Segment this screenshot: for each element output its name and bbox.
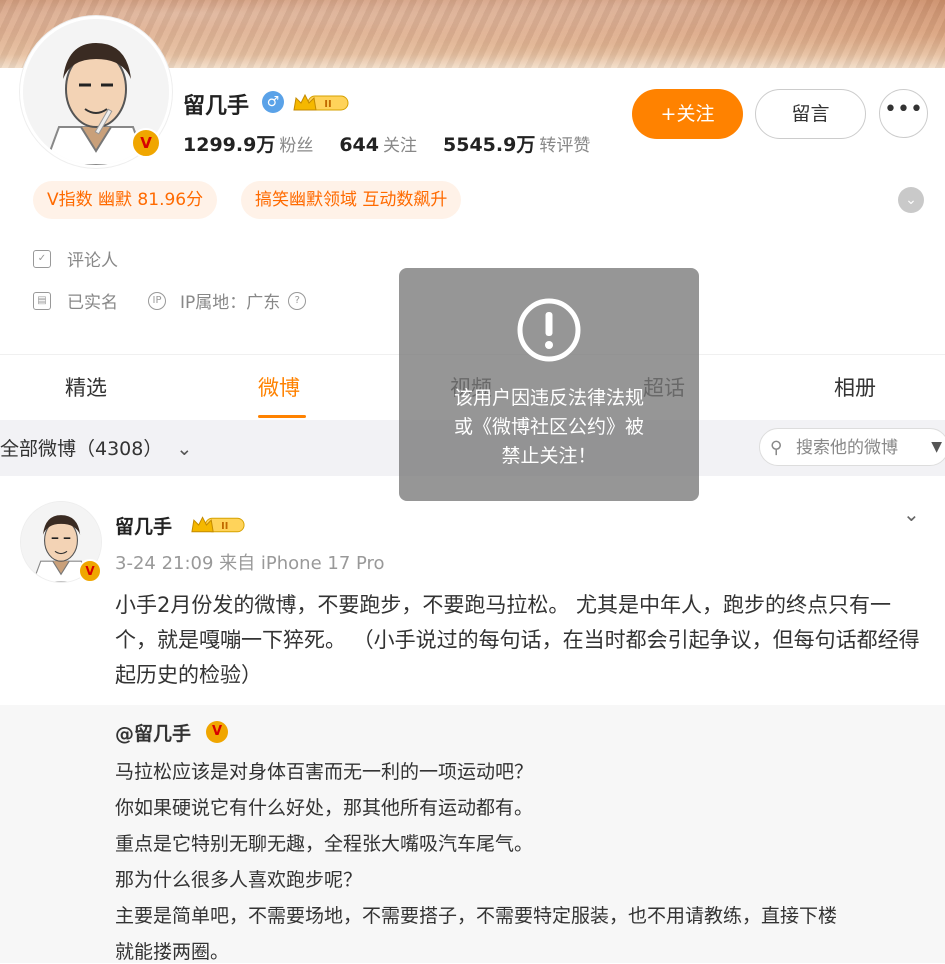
verified-badge-icon: V (78, 559, 102, 583)
warning-icon (517, 298, 581, 362)
role-text: 评论人 (67, 251, 118, 271)
chevron-down-icon[interactable]: ⌄ (898, 187, 924, 213)
help-icon[interactable]: ? (288, 291, 307, 310)
repost-author[interactable]: @留几手 (115, 719, 191, 746)
chevron-down-icon: ⌄ (176, 438, 193, 460)
verified-badge-icon: V (131, 128, 161, 158)
repost-line: 重点是它特别无聊无趣，全程张大嘴吸汽车尾气。 (115, 833, 534, 855)
post-menu-chevron-icon[interactable]: ⌄ (903, 502, 920, 526)
post-author-name[interactable]: 留几手 (115, 512, 172, 539)
crown-level-icon: II (191, 516, 245, 533)
male-gender-icon: ♂ (262, 91, 284, 113)
tab-album[interactable]: 相册 (834, 372, 876, 402)
tab-featured[interactable]: 精选 (65, 372, 107, 402)
stat-fans[interactable]: 1299.9万 粉丝 (183, 130, 313, 157)
domain-pill[interactable]: 搞笑幽默领域 互动数飙升 (241, 181, 462, 219)
follow-button[interactable]: +关注 (632, 89, 743, 139)
message-button[interactable]: 留言 (755, 89, 866, 139)
level-badge-text: II (221, 521, 228, 532)
stat-following[interactable]: 644 关注 (339, 131, 417, 156)
ip-icon: IP (148, 291, 166, 310)
search-icon: ⚲ (770, 438, 783, 458)
more-options-button[interactable]: ••• (879, 89, 928, 138)
ip-location-text: IP属地：广东 (180, 293, 281, 313)
id-card-icon: ▤ (33, 291, 51, 310)
repost-line: 主要是简单吧，不需要场地，不需要搭子，不需要特定服装，也不用请教练，直接下楼 (115, 905, 838, 927)
realname-text: 已实名 (67, 293, 118, 313)
active-tab-indicator (258, 415, 306, 418)
post-meta: 3-24 21:09 来自 iPhone 17 Pro (115, 553, 385, 574)
repost-line: 你如果硬说它有什么好处，那其他所有运动都有。 (115, 797, 534, 819)
post-text: 小手2月份发的微博，不要跑步，不要跑马拉松。 尤其是中年人，跑步的终点只有一个，… (115, 593, 920, 687)
repost-line: 那为什么很多人喜欢跑步呢？ (115, 869, 363, 891)
shield-icon: ✓ (33, 249, 51, 268)
info-role: ✓ 评论人 (33, 246, 118, 271)
stat-interactions[interactable]: 5545.9万 转评赞 (443, 130, 590, 157)
profile-name: 留几手 (183, 94, 250, 119)
toast-message: 该用户因违反法律法规 或《微博社区公约》被 禁止关注！ (453, 387, 644, 467)
tab-weibo[interactable]: 微博 (258, 372, 300, 402)
chevron-down-icon: ▼ (931, 439, 942, 455)
all-weibo-filter[interactable]: 全部微博（4308） ⌄ (0, 434, 192, 461)
v-index-pill[interactable]: V指数 幽默 81.96分 (33, 181, 218, 219)
search-input[interactable]: ⚲ 搜索他的微博 ▼ (759, 428, 945, 466)
repost-line: 马拉松应该是对身体百害而无一利的一项运动吧？ (115, 761, 534, 783)
profile-stats: 1299.9万 粉丝 644 关注 5545.9万 转评赞 (183, 130, 590, 157)
verified-badge-icon: V (206, 721, 228, 743)
level-badge-text: II (324, 99, 331, 110)
crown-level-icon: II (293, 93, 349, 111)
repost-line: 就能搂两圈。 (115, 941, 230, 963)
info-realname: ▤ 已实名 IP IP属地：广东 ? (33, 288, 322, 313)
follow-blocked-toast: 该用户因违反法律法规 或《微博社区公约》被 禁止关注！ (399, 268, 699, 501)
